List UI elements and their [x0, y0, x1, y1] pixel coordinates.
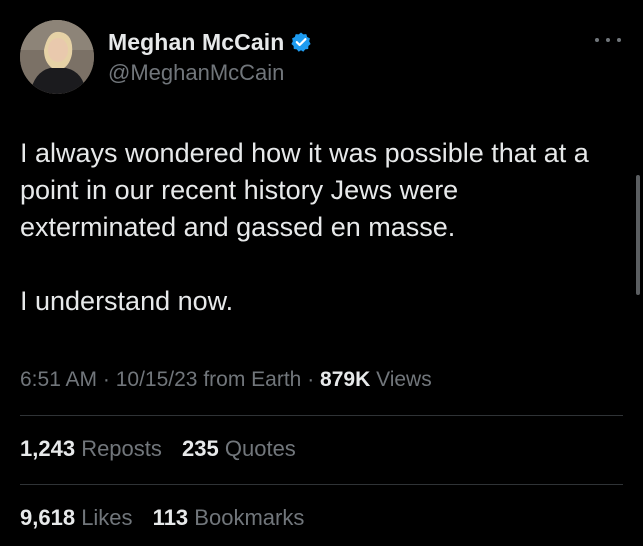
tweet-time[interactable]: 6:51 AM: [20, 368, 97, 391]
author-block: Meghan McCain @MeghanMcCain: [108, 28, 312, 86]
tweet-text: I always wondered how it was possible th…: [20, 135, 620, 320]
quotes-label: Quotes: [224, 436, 296, 461]
tweet-paragraph: I understand now.: [20, 286, 234, 316]
meta-separator: ·: [301, 368, 321, 391]
bookmarks-count: 113: [152, 505, 189, 530]
likes-label: Likes: [81, 505, 133, 530]
tweet-meta: 6:51 AM · 10/15/23 from Earth · 879K Vie…: [20, 368, 432, 392]
likes-stat[interactable]: 9,618 Likes: [20, 505, 133, 530]
more-options-icon[interactable]: [595, 30, 621, 50]
quotes-stat[interactable]: 235 Quotes: [182, 436, 296, 461]
reposts-label: Reposts: [81, 436, 162, 461]
avatar-image: [20, 20, 94, 94]
bookmarks-stat[interactable]: 113 Bookmarks: [153, 505, 305, 530]
stats-row-reposts: 1,243 Reposts 235 Quotes: [20, 436, 310, 462]
tweet-detail: Meghan McCain @MeghanMcCain I always won…: [0, 0, 643, 546]
stats-row-likes: 9,618 Likes 113 Bookmarks: [20, 505, 318, 531]
scrollbar[interactable]: [636, 175, 640, 295]
tweet-date[interactable]: 10/15/23: [116, 368, 198, 391]
reposts-stat[interactable]: 1,243 Reposts: [20, 436, 162, 461]
avatar[interactable]: [20, 20, 94, 94]
quotes-count: 235: [182, 436, 219, 461]
divider: [20, 484, 623, 485]
tweet-source: from Earth: [197, 368, 302, 391]
divider: [20, 415, 623, 416]
likes-count: 9,618: [20, 505, 76, 530]
verified-badge-icon: [290, 31, 312, 53]
tweet-paragraph: I always wondered how it was possible th…: [20, 138, 589, 242]
handle[interactable]: @MeghanMcCain: [108, 60, 312, 86]
display-name[interactable]: Meghan McCain: [108, 29, 284, 56]
reposts-count: 1,243: [20, 436, 76, 461]
meta-separator: ·: [97, 368, 116, 391]
views-label: Views: [370, 368, 432, 391]
views-count: 879K: [320, 368, 371, 391]
bookmarks-label: Bookmarks: [194, 505, 305, 530]
